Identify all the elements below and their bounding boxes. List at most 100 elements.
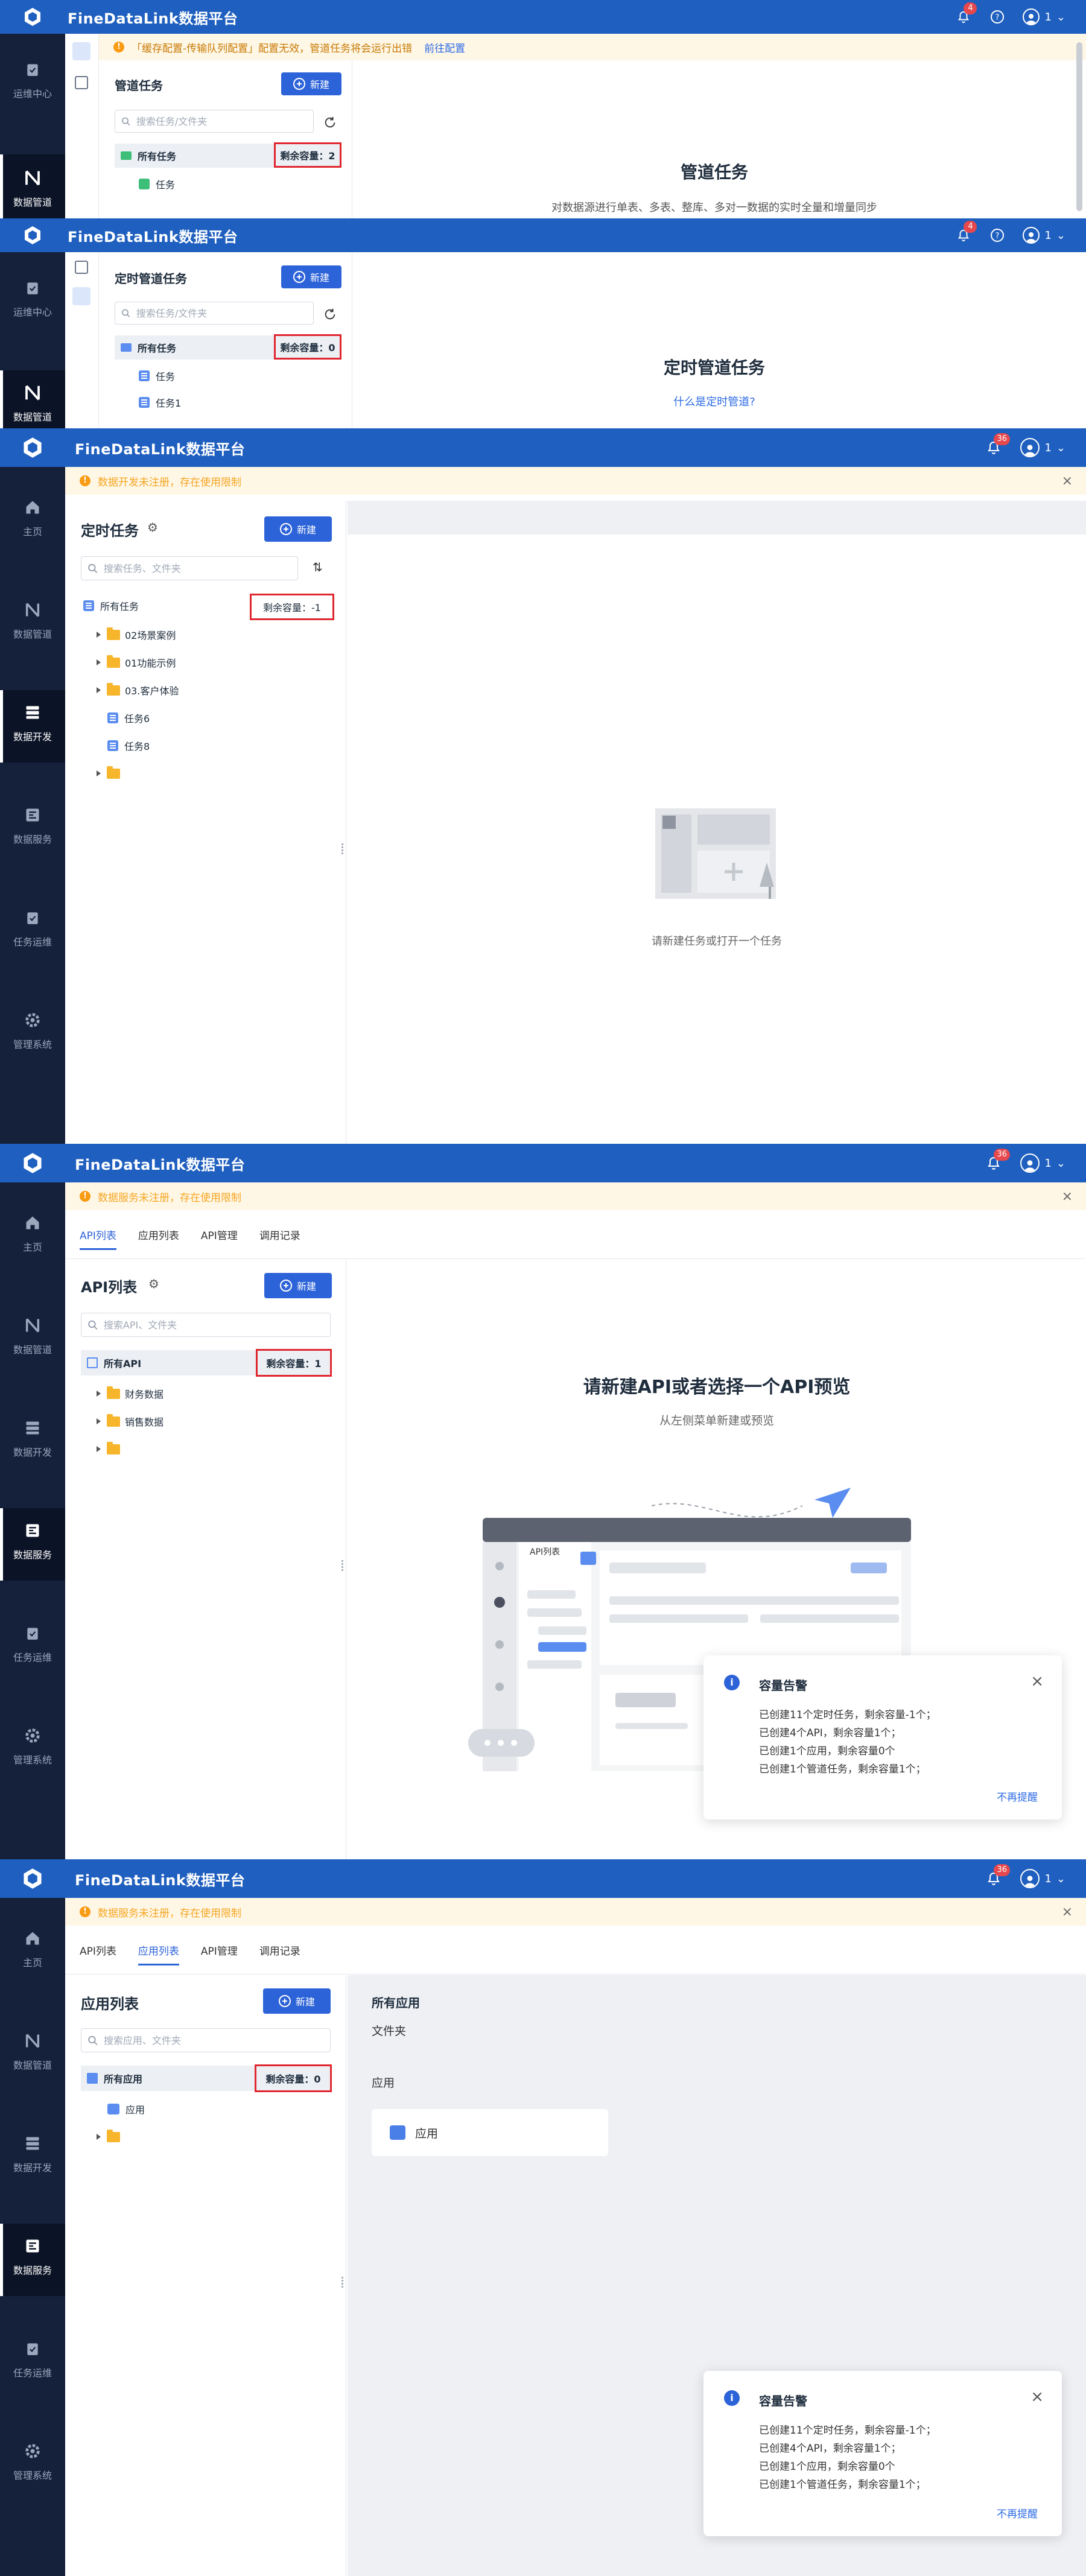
search-box xyxy=(81,2028,331,2052)
sub-sidebar-realtime-icon[interactable] xyxy=(72,42,91,60)
tree-row-task[interactable]: 任务 xyxy=(139,367,175,385)
sidebar-item-pipeline[interactable]: 数据管道 xyxy=(0,600,65,660)
refresh-icon[interactable] xyxy=(323,116,337,129)
sub-sidebar-timed-icon[interactable] xyxy=(75,76,88,89)
tree-row-folder[interactable]: 01功能示例 xyxy=(97,652,176,673)
sidebar-item-pipeline[interactable]: 数据管道 xyxy=(0,370,65,428)
notification-bell[interactable]: 4 xyxy=(955,2,977,25)
help-icon[interactable]: ? xyxy=(990,10,1005,24)
tree-row-all-apps[interactable]: 所有应用 xyxy=(81,2066,256,2091)
notification-bell[interactable]: 36 xyxy=(985,1149,1010,1172)
sidebar-item-ops[interactable]: 任务运维 xyxy=(0,1623,65,1683)
resize-handle[interactable] xyxy=(341,1559,349,1573)
refresh-icon[interactable] xyxy=(323,308,337,321)
settings-icon[interactable]: ⚙ xyxy=(148,1277,159,1291)
tree-row-folder[interactable]: 财务数据 xyxy=(97,1383,164,1404)
tree-row-folder[interactable]: 02场景案例 xyxy=(97,624,176,646)
tree-row-all-api[interactable]: 所有API xyxy=(81,1350,256,1375)
new-button[interactable]: 新建 xyxy=(264,516,332,542)
config-link[interactable]: 前往配置 xyxy=(424,40,465,55)
caret-right-icon xyxy=(97,1446,101,1452)
resize-handle[interactable] xyxy=(341,842,349,857)
tree-row-task[interactable]: 任务1 xyxy=(139,393,181,411)
user-menu[interactable]: 1 ⌄ xyxy=(1020,1869,1065,1888)
user-menu[interactable]: 1 ⌄ xyxy=(1020,1153,1065,1173)
sidebar-item-datadev[interactable]: 数据开发 xyxy=(0,2133,65,2194)
sidebar-item-admin[interactable]: 管理系统 xyxy=(0,1010,65,1070)
search-input[interactable] xyxy=(102,562,297,575)
settings-icon[interactable]: ⚙ xyxy=(147,520,158,535)
new-button[interactable]: 新建 xyxy=(281,72,341,95)
sub-sidebar-realtime-icon[interactable] xyxy=(75,261,88,274)
sidebar-item-dataservice[interactable]: 数据服务 xyxy=(0,805,65,865)
scrollbar[interactable] xyxy=(1076,42,1082,211)
new-button[interactable]: 新建 xyxy=(281,265,341,288)
close-icon[interactable]: × xyxy=(1062,1905,1073,1920)
close-icon[interactable]: × xyxy=(1062,1189,1073,1204)
sidebar-item-home[interactable]: 主页 xyxy=(0,1928,65,1988)
new-button[interactable]: 新建 xyxy=(263,1988,331,2014)
sidebar-item-admin[interactable]: 管理系统 xyxy=(0,1725,65,1786)
tab-api-list[interactable]: API列表 xyxy=(80,1943,116,1965)
app-card[interactable]: 应用 xyxy=(372,2109,608,2156)
sidebar-item-ops[interactable]: 运维中心 xyxy=(0,278,65,332)
sidebar-item-admin[interactable]: 管理系统 xyxy=(0,2441,65,2501)
search-input[interactable] xyxy=(135,115,313,128)
dont-remind-link[interactable]: 不再提醒 xyxy=(997,1789,1038,1804)
sidebar-item-home[interactable]: 主页 xyxy=(0,497,65,557)
sidebar-item-ops[interactable]: 运维中心 xyxy=(0,59,65,113)
sidebar-item-ops[interactable]: 任务运维 xyxy=(0,2338,65,2399)
tab-api-manage[interactable]: API管理 xyxy=(201,1943,238,1965)
tree-row-app[interactable]: 应用 xyxy=(107,2098,145,2120)
close-icon[interactable]: × xyxy=(1062,474,1073,489)
tab-app-list[interactable]: 应用列表 xyxy=(138,1943,179,1965)
tree-row-folder[interactable] xyxy=(97,763,125,784)
sort-icon[interactable]: ⇅ xyxy=(313,560,323,574)
notification-bell[interactable]: 36 xyxy=(985,1864,1010,1887)
sidebar-item-pipeline[interactable]: 数据管道 xyxy=(0,154,65,218)
sidebar-item-dataservice[interactable]: 数据服务 xyxy=(0,2224,65,2296)
sidebar-item-pipeline[interactable]: 数据管道 xyxy=(0,1315,65,1375)
tab-api-list[interactable]: API列表 xyxy=(80,1227,116,1250)
tree-row-folder[interactable] xyxy=(97,2126,125,2148)
clipboard-icon xyxy=(22,1623,43,1643)
tab-call-log[interactable]: 调用记录 xyxy=(259,1943,300,1965)
tab-api-manage[interactable]: API管理 xyxy=(201,1227,238,1250)
tree-row-task[interactable]: 任务6 xyxy=(107,707,150,729)
user-menu[interactable]: 1 ⌄ xyxy=(1023,8,1065,25)
sidebar-item-datadev[interactable]: 数据开发 xyxy=(0,1418,65,1478)
toast-close-icon[interactable]: × xyxy=(1030,2388,1044,2406)
sidebar-item-dataservice[interactable]: 数据服务 xyxy=(0,1508,65,1581)
chevron-down-icon: ⌄ xyxy=(1056,229,1065,242)
clipboard-icon xyxy=(22,907,43,928)
tab-call-log[interactable]: 调用记录 xyxy=(259,1227,300,1250)
tree-row-folder[interactable] xyxy=(97,1438,125,1460)
tab-app-list[interactable]: 应用列表 xyxy=(138,1227,179,1250)
tree-row-folder[interactable]: 销售数据 xyxy=(97,1410,164,1432)
toast-close-icon[interactable]: × xyxy=(1030,1672,1044,1690)
sidebar-item-datadev[interactable]: 数据开发 xyxy=(0,690,65,763)
search-input[interactable] xyxy=(135,306,313,320)
notification-bell[interactable]: 4 xyxy=(955,221,977,244)
remaining-capacity: 剩余容量：0 xyxy=(274,334,341,360)
tree-row-all-tasks[interactable]: 所有任务 xyxy=(115,144,276,168)
tree-row-all-tasks[interactable]: 所有任务 xyxy=(115,335,276,360)
user-menu[interactable]: 1 ⌄ xyxy=(1023,227,1065,244)
what-is-link[interactable]: 什么是定时管道? xyxy=(352,393,1076,409)
tree-row-all-tasks[interactable]: 所有任务 xyxy=(83,595,139,617)
new-button[interactable]: 新建 xyxy=(264,1273,332,1298)
clipboard-icon xyxy=(22,59,43,80)
sidebar-item-home[interactable]: 主页 xyxy=(0,1213,65,1273)
user-menu[interactable]: 1 ⌄ xyxy=(1020,438,1065,457)
tree-row-task[interactable]: 任务8 xyxy=(107,735,150,757)
search-input[interactable] xyxy=(102,1318,330,1331)
tree-row-task[interactable]: 任务 xyxy=(139,175,175,193)
sub-sidebar-timed-icon[interactable] xyxy=(72,287,91,305)
search-input[interactable] xyxy=(102,2034,330,2047)
sidebar-item-ops[interactable]: 任务运维 xyxy=(0,907,65,968)
sidebar-item-pipeline[interactable]: 数据管道 xyxy=(0,2031,65,2091)
help-icon[interactable]: ? xyxy=(990,228,1005,243)
tree-row-folder[interactable]: 03.客户体验 xyxy=(97,679,179,701)
notification-bell[interactable]: 36 xyxy=(985,433,1010,456)
dont-remind-link[interactable]: 不再提醒 xyxy=(997,2505,1038,2520)
